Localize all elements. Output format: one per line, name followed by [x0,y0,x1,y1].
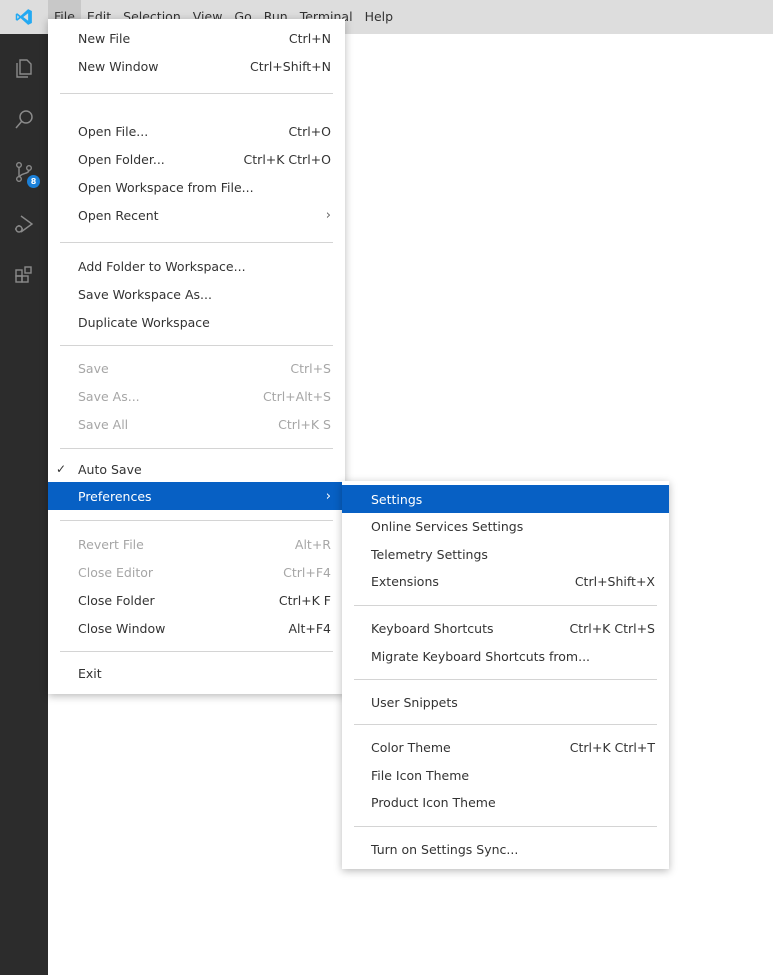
menu-item-exit[interactable]: Exit [48,659,345,687]
menu-item-shortcut: Ctrl+O [288,123,331,139]
menu-item-label: Close Folder [78,592,155,608]
menu-item-label: Save [78,360,109,376]
menu-separator [60,448,333,449]
menu-item-label: Product Icon Theme [371,794,496,810]
menu-item-save: Save Ctrl+S [48,354,345,382]
menu-item-add-folder-to-workspace[interactable]: Add Folder to Workspace... [48,252,345,280]
menu-item-label: Open Folder... [78,151,165,167]
menu-item-preferences[interactable]: Preferences › [48,482,345,510]
menubar-help[interactable]: Help [359,0,400,34]
menu-separator [60,651,333,652]
menu-item-shortcut: Ctrl+K Ctrl+S [569,620,655,636]
menu-separator [354,605,657,606]
menu-item-open-workspace[interactable]: Open Workspace from File... [48,173,345,201]
menu-item-open-recent[interactable]: Open Recent › [48,201,345,229]
menu-item-label: Color Theme [371,739,451,755]
menu-separator [354,826,657,827]
search-icon[interactable] [0,100,48,140]
file-menu: New File Ctrl+N New Window Ctrl+Shift+N … [48,19,345,694]
menu-item-save-workspace-as[interactable]: Save Workspace As... [48,280,345,308]
menu-item-label: Open File... [78,123,149,139]
menu-item-label: Settings [371,491,423,507]
menu-separator [354,679,657,680]
menu-item-duplicate-workspace[interactable]: Duplicate Workspace [48,308,345,336]
extensions-icon[interactable] [0,256,48,296]
menu-item-close-window[interactable]: Close Window Alt+F4 [48,614,345,642]
menu-item-label: Extensions [371,573,439,589]
check-icon: ✓ [56,462,67,476]
activity-bar: 8 [0,34,48,975]
menu-separator [60,242,333,243]
menu-item-label: Open Workspace from File... [78,179,254,195]
menu-item-shortcut: Ctrl+K F [278,592,331,608]
menu-separator [60,520,333,521]
menu-item-label: Add Folder to Workspace... [78,258,246,274]
menu-item-shortcut: Ctrl+F4 [283,564,331,580]
menu-item-open-folder[interactable]: Open Folder... Ctrl+K Ctrl+O [48,145,345,173]
menu-item-label: Save Workspace As... [78,286,212,302]
run-debug-icon[interactable] [0,204,48,244]
menu-item-label: User Snippets [371,694,458,710]
menu-item-shortcut: Ctrl+S [290,360,331,376]
menu-item-label: Close Editor [78,564,154,580]
menu-item-label: Close Window [78,620,166,636]
menu-item-label: Duplicate Workspace [78,314,210,330]
menu-item-shortcut: Ctrl+K Ctrl+O [243,151,331,167]
menu-item-label: Open Recent [78,207,159,223]
menu-item-shortcut: Ctrl+Shift+X [574,573,655,589]
menu-item-new-window[interactable]: New Window Ctrl+Shift+N [48,52,345,80]
menu-item-settings[interactable]: Settings [342,485,669,513]
menu-item-close-editor: Close Editor Ctrl+F4 [48,558,345,586]
menu-item-file-icon-theme[interactable]: File Icon Theme [342,761,669,789]
menu-item-auto-save[interactable]: ✓ Auto Save [48,455,345,483]
menu-item-shortcut: Ctrl+Alt+S [262,388,331,404]
menu-item-label: Revert File [78,536,144,552]
preferences-submenu: Settings Online Services Settings Teleme… [342,481,669,869]
menu-item-extensions[interactable]: Extensions Ctrl+Shift+X [342,567,669,595]
menu-item-keyboard-shortcuts[interactable]: Keyboard Shortcuts Ctrl+K Ctrl+S [342,614,669,642]
chevron-right-icon: › [325,488,331,504]
menu-item-label: Telemetry Settings [371,546,488,562]
menu-item-label: File Icon Theme [371,767,470,783]
menu-item-migrate-keyboard-shortcuts[interactable]: Migrate Keyboard Shortcuts from... [342,642,669,670]
menu-item-label: New File [78,30,131,46]
menu-item-open-file[interactable]: Open File... Ctrl+O [48,117,345,145]
menu-item-label: Exit [78,665,102,681]
menu-item-close-folder[interactable]: Close Folder Ctrl+K F [48,586,345,614]
menu-item-product-icon-theme[interactable]: Product Icon Theme [342,788,669,816]
menu-item-label: Turn on Settings Sync... [371,841,519,857]
menu-item-shortcut: Ctrl+N [288,30,331,46]
menu-item-label: Auto Save [78,461,142,477]
menu-item-revert-file: Revert File Alt+R [48,530,345,558]
menu-item-turn-on-settings-sync[interactable]: Turn on Settings Sync... [342,835,669,863]
menu-item-save-as: Save As... Ctrl+Alt+S [48,382,345,410]
menu-item-label: Keyboard Shortcuts [371,620,494,636]
menu-item-label: Save As... [78,388,140,404]
source-control-icon[interactable] [0,152,48,192]
menu-item-label: Online Services Settings [371,518,524,534]
menu-item-shortcut: Ctrl+K S [278,416,331,432]
menu-separator [354,724,657,725]
source-control-badge: 8 [27,175,40,188]
explorer-icon[interactable] [0,48,48,88]
chevron-right-icon: › [325,207,331,223]
menu-item-user-snippets[interactable]: User Snippets [342,688,669,716]
menu-item-online-services-settings[interactable]: Online Services Settings [342,512,669,540]
menu-item-save-all: Save All Ctrl+K S [48,410,345,438]
menu-separator [60,345,333,346]
menu-item-shortcut: Alt+R [294,536,331,552]
menu-item-label: Migrate Keyboard Shortcuts from... [371,648,591,664]
menu-item-telemetry-settings[interactable]: Telemetry Settings [342,540,669,568]
menu-item-label: Preferences [78,488,152,504]
menu-item-label: Save All [78,416,129,432]
vscode-logo-icon [0,0,48,34]
menu-item-shortcut: Ctrl+Shift+N [250,58,331,74]
menu-item-label: New Window [78,58,159,74]
menu-item-shortcut: Alt+F4 [288,620,331,636]
menu-separator [60,93,333,94]
menu-item-color-theme[interactable]: Color Theme Ctrl+K Ctrl+T [342,733,669,761]
menu-item-shortcut: Ctrl+K Ctrl+T [569,739,655,755]
menu-item-new-file[interactable]: New File Ctrl+N [48,24,345,52]
